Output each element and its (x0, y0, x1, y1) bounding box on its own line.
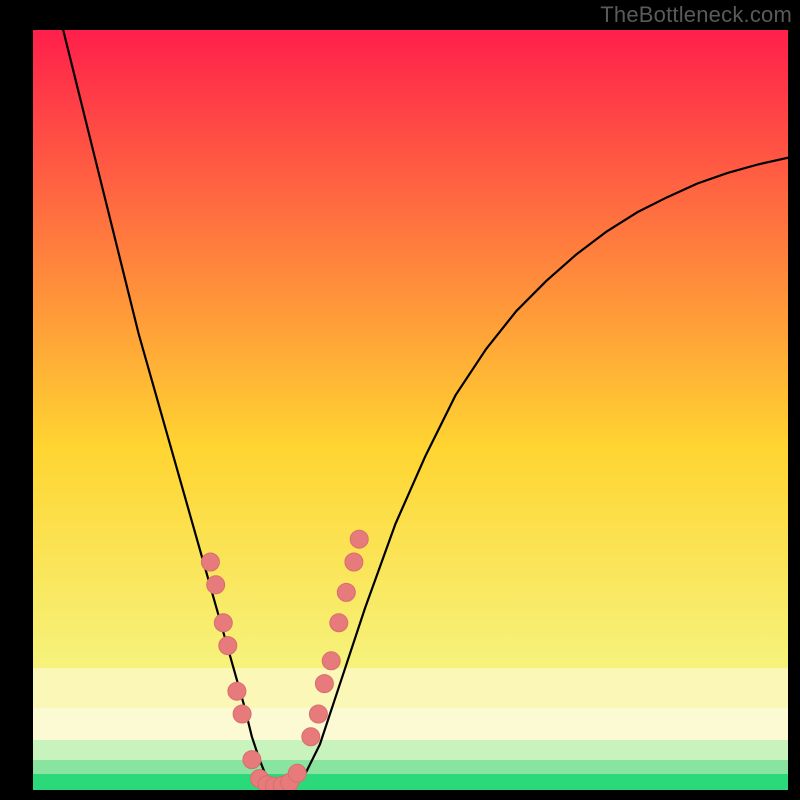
plot-area (33, 30, 788, 790)
band-green-mid (33, 760, 788, 774)
marker-dot (302, 728, 320, 746)
marker-dot (228, 682, 246, 700)
marker-dot (322, 652, 340, 670)
marker-dot (315, 675, 333, 693)
marker-dot (345, 553, 363, 571)
marker-dot (330, 614, 348, 632)
band-yellow-pale-2 (33, 708, 788, 740)
watermark-text: TheBottleneck.com (600, 2, 792, 28)
marker-dot (288, 764, 306, 782)
marker-dot (233, 705, 251, 723)
marker-dot (219, 637, 237, 655)
chart-svg (33, 30, 788, 790)
chart-frame: TheBottleneck.com (0, 0, 800, 800)
marker-dot (207, 576, 225, 594)
marker-dot (214, 614, 232, 632)
band-yellow-pale (33, 668, 788, 708)
band-green-pale (33, 740, 788, 760)
marker-dot (201, 553, 219, 571)
marker-dot (337, 583, 355, 601)
marker-dot (350, 530, 368, 548)
band-green-strong (33, 774, 788, 790)
marker-dot (243, 751, 261, 769)
marker-dot (309, 705, 327, 723)
